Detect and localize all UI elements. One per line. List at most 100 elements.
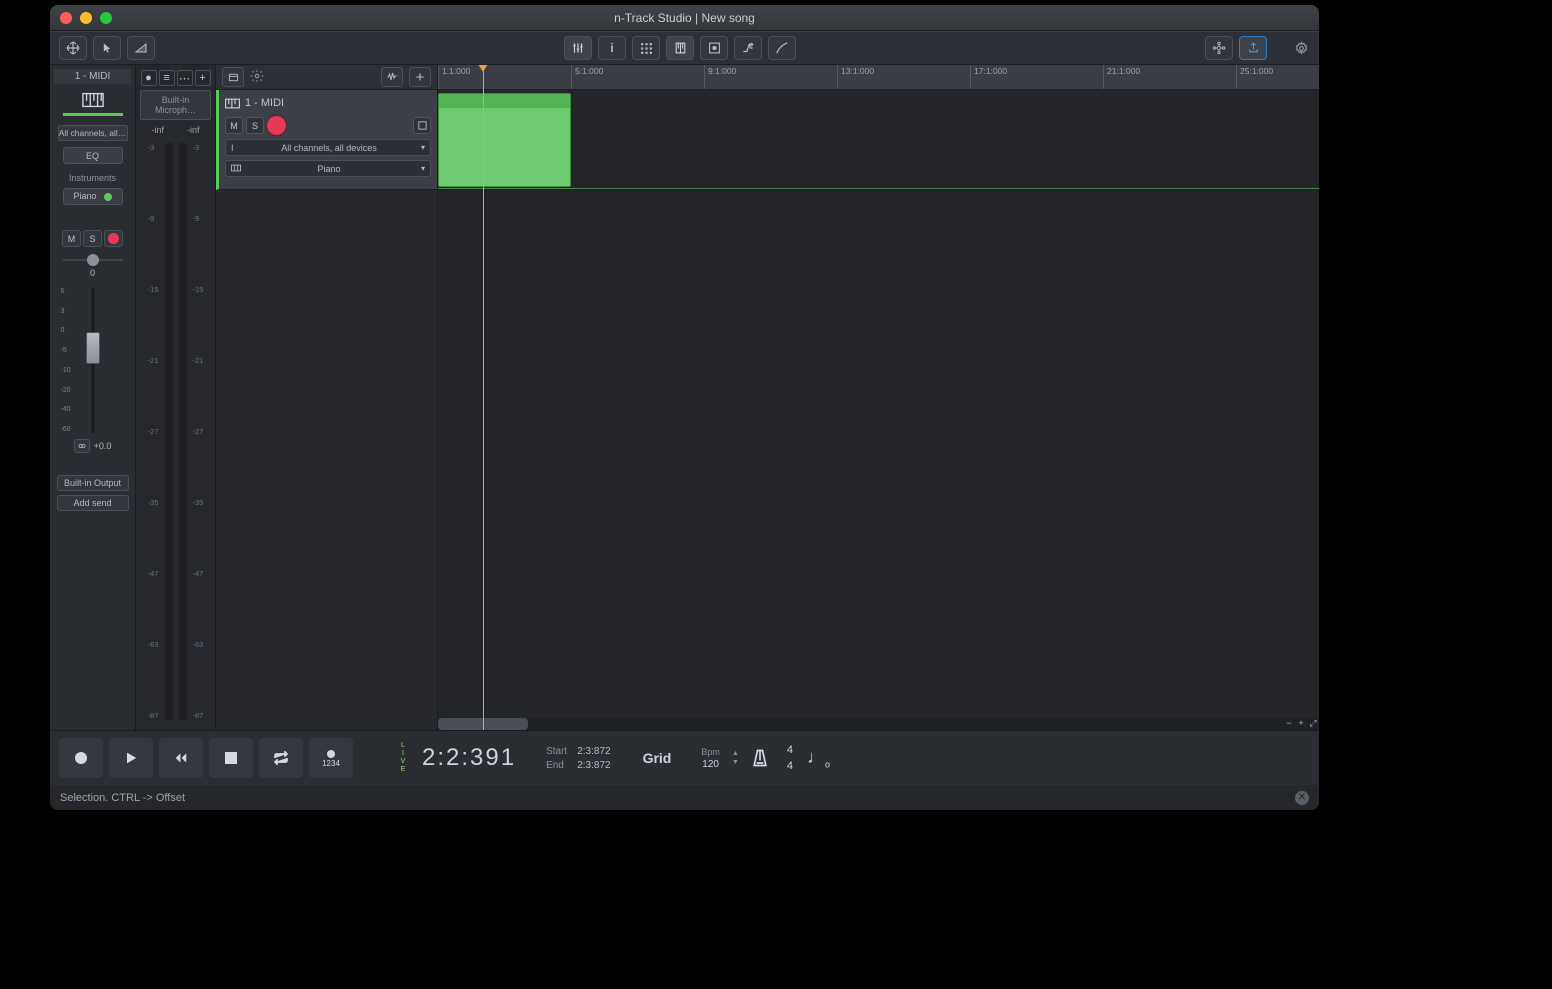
output-selector[interactable]: Built-in Output [57,475,129,491]
fader-scale: 630-5-10-20-40-60 [61,288,71,433]
solo-button[interactable]: S [83,230,102,247]
bpm-down-button[interactable]: ▼ [732,759,739,766]
note-value-button[interactable]: ♩o [807,747,831,770]
volume-fader[interactable]: 630-5-10-20-40-60 [73,288,113,433]
bpm-label: Bpm [701,747,720,757]
info-button[interactable]: i [598,36,626,60]
zoom-out-button[interactable]: − [1283,718,1295,730]
draw-tool-button[interactable] [768,36,796,60]
move-tool-button[interactable] [59,36,87,60]
channel-name: 1 - MIDI [54,69,131,84]
record-dot-icon [108,233,119,244]
midi-track-icon [225,98,240,109]
status-bar: Selection. CTRL -> Offset ✕ [50,785,1319,810]
track-record-button[interactable] [267,116,286,135]
ruler-tick: 25:1:000 [1236,65,1273,89]
playhead[interactable] [483,65,484,730]
end-label: End [546,760,567,771]
end-value[interactable]: 2:3:872 [577,760,610,771]
horizontal-scrollbar[interactable] [438,718,1283,730]
input-selector[interactable]: All channels, all… [58,125,128,141]
midi-clip[interactable] [438,93,571,187]
instruments-label: Instruments [69,173,116,183]
track-expand-button[interactable] [413,117,431,134]
effects-button[interactable] [734,36,762,60]
bpm-value[interactable]: 120 [702,759,719,770]
track-view-button[interactable] [222,67,244,87]
metronome-button[interactable] [747,745,773,771]
record-arm-button[interactable] [104,230,123,247]
eq-button[interactable]: EQ [63,147,123,164]
menu-list-button[interactable]: ≡ [159,70,175,86]
ruler-tick: 13:1:000 [837,65,874,89]
fade-tool-button[interactable] [127,36,155,60]
track-header-panel: + 1 - MIDI M S IAll channels, all device… [216,65,438,730]
live-indicator: LIVE [396,742,410,774]
add-track-button[interactable]: + [409,67,431,87]
main-toolbar: i [50,31,1319,65]
timeline-area: 1:1:0005:1:0009:1:00013:1:00017:1:00021:… [438,65,1319,730]
instrument-selector[interactable]: Piano [63,188,123,205]
rewind-button[interactable] [159,738,203,778]
titlebar: n-Track Studio | New song [50,5,1319,31]
record-input-button[interactable]: ● [141,70,157,86]
track-mute-button[interactable]: M [225,117,243,134]
record-button[interactable] [59,738,103,778]
settings-button[interactable] [1290,37,1313,60]
meter-left-inf: -inf [151,125,164,135]
bpm-up-button[interactable]: ▲ [732,750,739,757]
playhead-marker-icon [478,65,488,72]
add-send-button[interactable]: Add send [57,495,129,511]
grid-view-button[interactable] [632,36,660,60]
start-value[interactable]: 2:3:872 [577,746,610,757]
workspace: 1 - MIDI All channels, all… EQ Instrumen… [50,65,1319,730]
track-lane[interactable] [438,90,1319,190]
plugins-button[interactable] [1205,36,1233,60]
mute-button[interactable]: M [62,230,81,247]
automation-button[interactable] [700,36,728,60]
time-signature[interactable]: 4 4 [773,744,807,772]
add-input-button[interactable]: + [195,70,211,86]
zoom-fit-button[interactable]: ⤢ [1307,718,1319,730]
loop-button[interactable] [259,738,303,778]
keyboard-view-button[interactable] [666,36,694,60]
zoom-controls: − + ⤢ [1283,718,1319,730]
cursor-tool-button[interactable] [93,36,121,60]
track-header[interactable]: 1 - MIDI M S IAll channels, all devices▾… [216,90,437,190]
mixer-view-button[interactable] [564,36,592,60]
pan-slider[interactable] [63,254,123,268]
mute-solo-rec-row: M S [62,230,123,247]
gain-value: +0.0 [94,441,112,451]
app-window: n-Track Studio | New song i 1 - MIDI All… [50,5,1319,810]
ruler-tick: 5:1:000 [571,65,603,89]
count-in-button[interactable]: 1234 [309,738,353,778]
play-button[interactable] [109,738,153,778]
track-input-selector[interactable]: IAll channels, all devices▾ [225,139,431,156]
share-button[interactable] [1239,36,1267,60]
link-button[interactable] [74,439,90,453]
track-solo-button[interactable]: S [246,117,264,134]
channel-meter-led [63,113,123,116]
status-text: Selection. CTRL -> Offset [60,792,185,804]
power-indicator-icon [104,193,112,201]
midi-icon [80,90,106,110]
ruler-tick: 1:1:000 [438,65,470,89]
grid-snap-button[interactable]: Grid [629,750,686,766]
track-instrument-selector[interactable]: Piano▾ [225,160,431,177]
channel-strip: 1 - MIDI All channels, all… EQ Instrumen… [50,65,136,730]
timeline-ruler[interactable]: 1:1:0005:1:0009:1:00013:1:00017:1:00021:… [438,65,1319,90]
zoom-in-button[interactable]: + [1295,718,1307,730]
track-name: 1 - MIDI [245,97,284,109]
waveform-button[interactable] [381,67,403,87]
meter-strip: ● ≡ ⋯ + Built-in Microph… -inf -inf -3-9… [136,65,216,730]
stop-button[interactable] [209,738,253,778]
more-options-button[interactable]: ⋯ [177,70,193,86]
dismiss-status-button[interactable]: ✕ [1295,791,1309,805]
transport-bar: 1234 LIVE 2:2:391 Start 2:3:872 End 2:3:… [50,730,1319,785]
meter-right-inf: -inf [187,125,200,135]
mic-input-label[interactable]: Built-in Microph… [140,90,211,120]
window-title: n-Track Studio | New song [50,11,1319,25]
track-settings-button[interactable] [250,69,264,86]
ruler-tick: 9:1:000 [704,65,736,89]
timecode-display[interactable]: 2:2:391 [410,744,528,772]
